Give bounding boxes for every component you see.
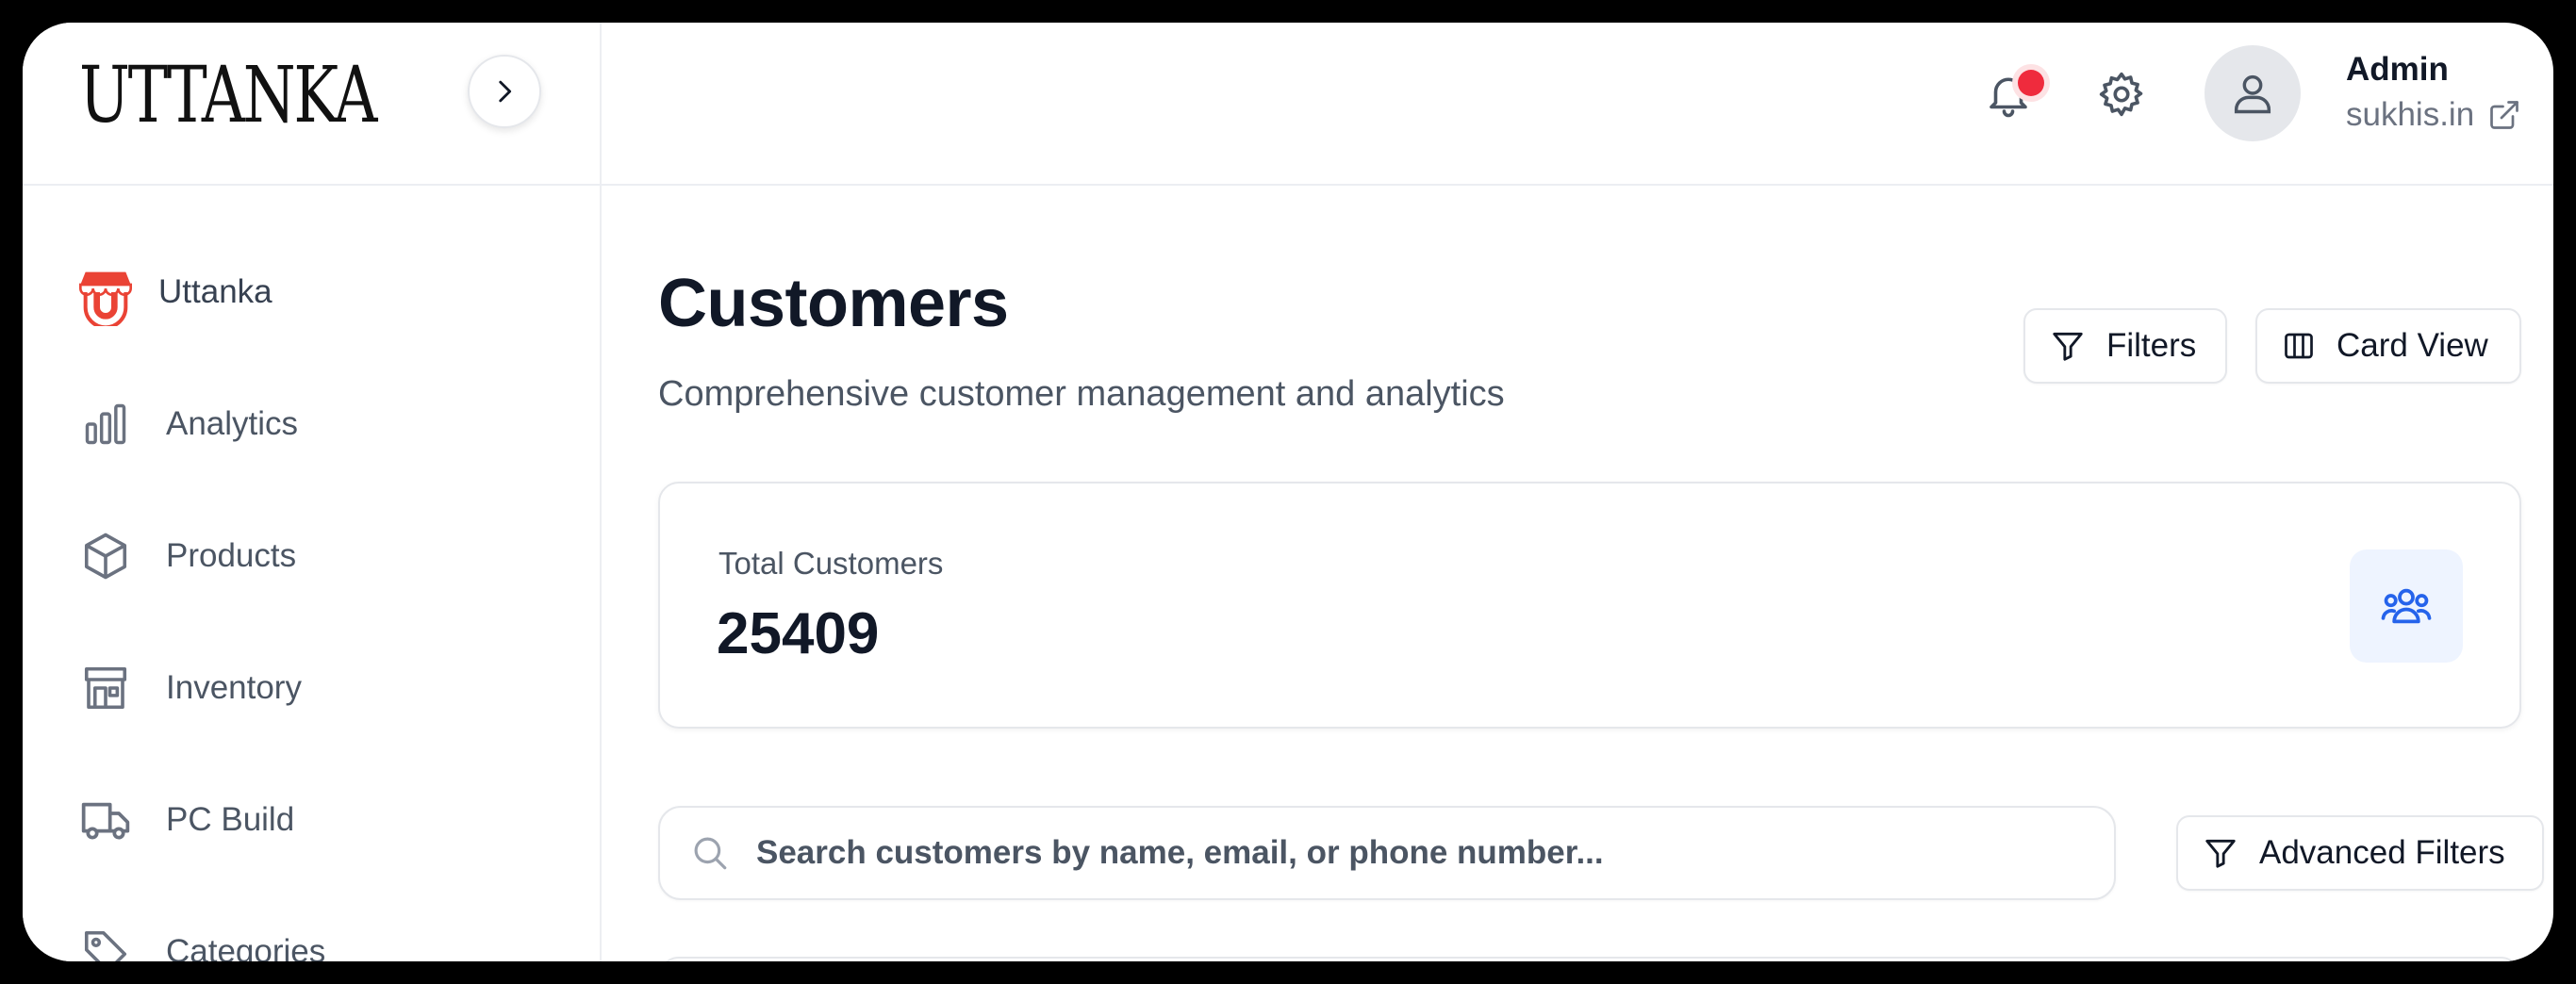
search-input[interactable] [756, 834, 2076, 872]
filter-icon [2203, 835, 2238, 871]
advanced-filters-button-label: Advanced Filters [2259, 834, 2505, 871]
sidebar-item-label: Uttanka [158, 273, 272, 310]
sidebar-item-label: Products [166, 537, 297, 574]
external-link-icon [2487, 98, 2521, 132]
box-icon [75, 526, 136, 586]
columns-icon [2282, 329, 2316, 363]
search-bar[interactable] [658, 806, 2116, 900]
gear-icon [2099, 72, 2143, 117]
chevron-right-icon [499, 80, 512, 103]
sidebar-item-label: PC Build [166, 801, 295, 838]
filter-icon [2050, 328, 2086, 364]
tag-icon [75, 922, 136, 961]
total-customers-card: Total Customers 25409 [658, 482, 2521, 729]
users-icon [2350, 549, 2463, 663]
user-site-label: sukhis.in [2346, 96, 2475, 133]
brand-logo[interactable]: UTTANKA [79, 49, 377, 143]
page-title: Customers [658, 266, 1009, 341]
sidebar-item-uttanka[interactable]: Uttanka [75, 254, 547, 330]
settings-button[interactable] [2089, 62, 2154, 126]
sidebar-item-label: Inventory [166, 669, 302, 706]
advanced-filters-button[interactable]: Advanced Filters [2176, 815, 2544, 891]
sidebar-item-label: Categories [166, 933, 326, 961]
filters-button[interactable]: Filters [2023, 308, 2227, 384]
sidebar-item-categories[interactable]: Categories [75, 914, 547, 961]
truck-icon [75, 790, 136, 850]
sidebar-item-label: Analytics [166, 405, 299, 442]
top-bar: Admin sukhis.in [602, 23, 2553, 186]
card-view-button-label: Card View [2337, 327, 2488, 364]
store-icon [75, 262, 136, 326]
sidebar-item-pc-build[interactable]: PC Build [75, 782, 547, 858]
notifications-button[interactable] [1974, 60, 2050, 128]
sidebar-item-products[interactable]: Products [75, 518, 547, 594]
filters-button-label: Filters [2106, 327, 2197, 364]
sidebar-item-inventory[interactable]: Inventory [75, 650, 547, 726]
user-site-link[interactable]: sukhis.in [2346, 96, 2521, 134]
bar-chart-icon [75, 394, 136, 454]
stat-value: 25409 [717, 601, 880, 666]
app-window: UTTANKA Uttanka Analytics Products Inven… [23, 23, 2553, 961]
sidebar: UTTANKA Uttanka Analytics Products Inven… [23, 23, 602, 961]
warehouse-icon [75, 658, 136, 718]
page-subtitle: Comprehensive customer management and an… [658, 374, 1505, 414]
card-view-button[interactable]: Card View [2255, 308, 2521, 384]
user-icon [2234, 74, 2271, 114]
notification-badge [2018, 70, 2044, 96]
stat-label: Total Customers [718, 546, 944, 581]
brand-header: UTTANKA [23, 23, 602, 186]
user-name: Admin [2346, 51, 2449, 88]
sidebar-toggle-button[interactable] [468, 55, 541, 128]
avatar[interactable] [2204, 45, 2301, 141]
search-icon [690, 833, 730, 873]
customers-table-card [658, 957, 2521, 961]
sidebar-item-analytics[interactable]: Analytics [75, 386, 547, 462]
main-content: Customers Comprehensive customer managem… [602, 188, 2553, 961]
